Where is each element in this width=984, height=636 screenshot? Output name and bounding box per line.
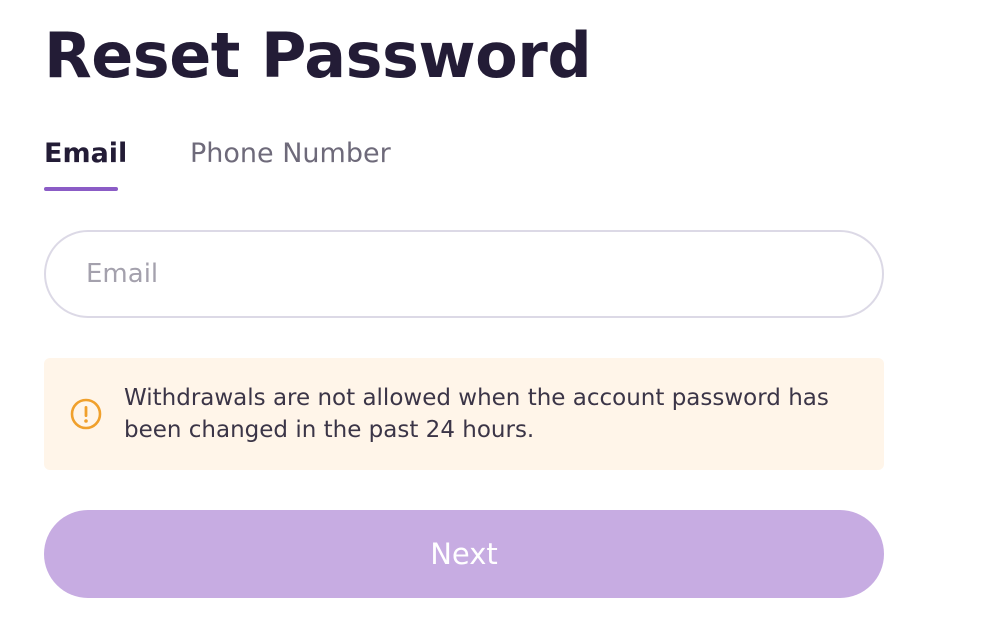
page-title: Reset Password bbox=[44, 19, 592, 92]
reset-password-page: Reset Password Email Phone Number Withdr… bbox=[0, 0, 984, 636]
tab-phone-number[interactable]: Phone Number bbox=[190, 138, 391, 170]
tab-email[interactable]: Email bbox=[44, 138, 127, 170]
notice-text: Withdrawals are not allowed when the acc… bbox=[124, 385, 829, 443]
warning-circle-icon bbox=[70, 398, 102, 430]
next-button[interactable]: Next bbox=[44, 510, 884, 598]
active-tab-indicator bbox=[44, 187, 118, 191]
reset-method-tabs: Email Phone Number bbox=[44, 130, 544, 192]
password-change-notice: Withdrawals are not allowed when the acc… bbox=[44, 358, 884, 470]
email-input[interactable] bbox=[44, 230, 884, 318]
